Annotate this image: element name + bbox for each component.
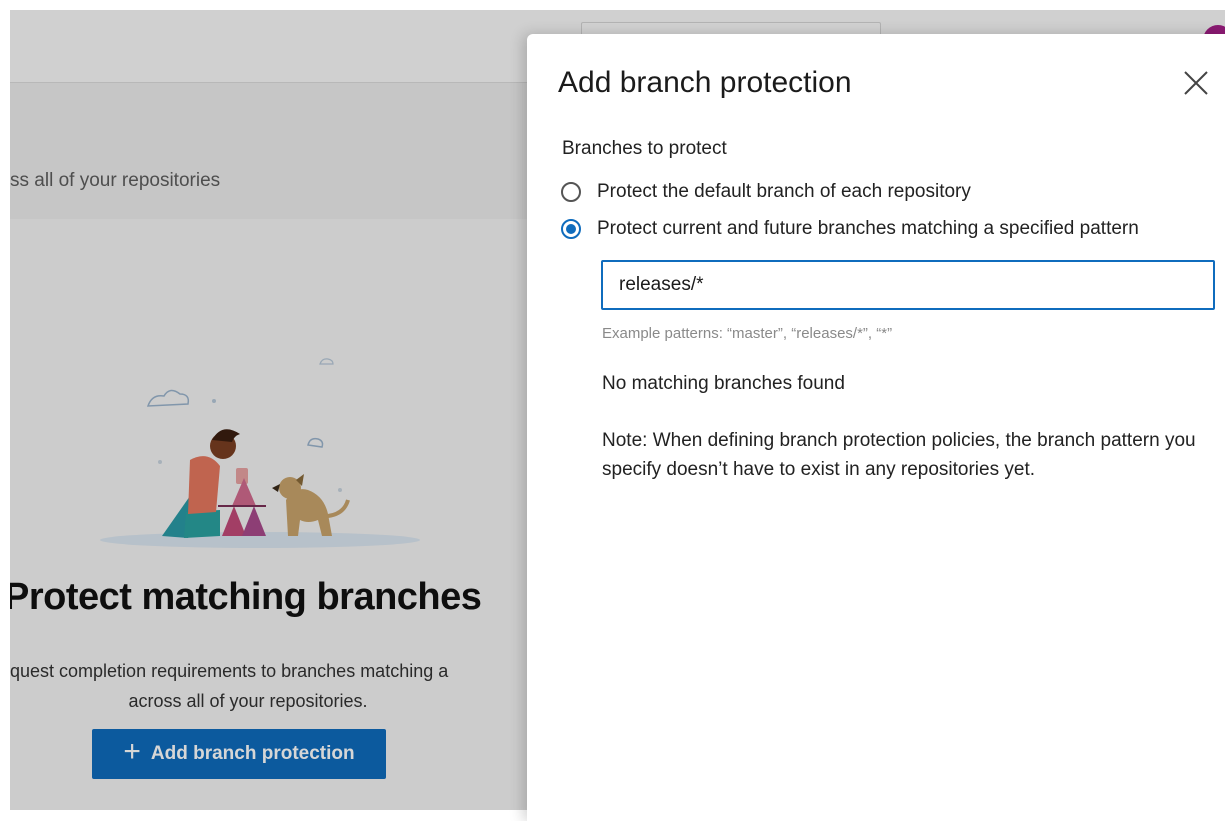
radio-label-default-branch: Protect the default branch of each repos… (597, 181, 971, 202)
radio-button-matching-pattern[interactable] (561, 219, 581, 239)
radio-button-default-branch[interactable] (561, 182, 581, 202)
example-patterns-hint: Example patterns: “master”, “releases/*”… (602, 325, 893, 342)
policy-note: Note: When defining branch protection po… (602, 430, 1196, 480)
branches-to-protect-label: Branches to protect (562, 138, 727, 159)
radio-protect-matching-pattern[interactable]: Protect current and future branches matc… (561, 218, 1139, 240)
panel-title: Add branch protection (558, 66, 852, 99)
radio-label-matching-pattern: Protect current and future branches matc… (597, 218, 1139, 239)
match-status-text: No matching branches found (602, 373, 845, 394)
add-branch-protection-panel: Add branch protection Branches to protec… (527, 34, 1225, 821)
branch-pattern-input[interactable] (601, 260, 1215, 310)
radio-protect-default-branch[interactable]: Protect the default branch of each repos… (561, 181, 971, 203)
close-icon[interactable] (1180, 67, 1212, 99)
